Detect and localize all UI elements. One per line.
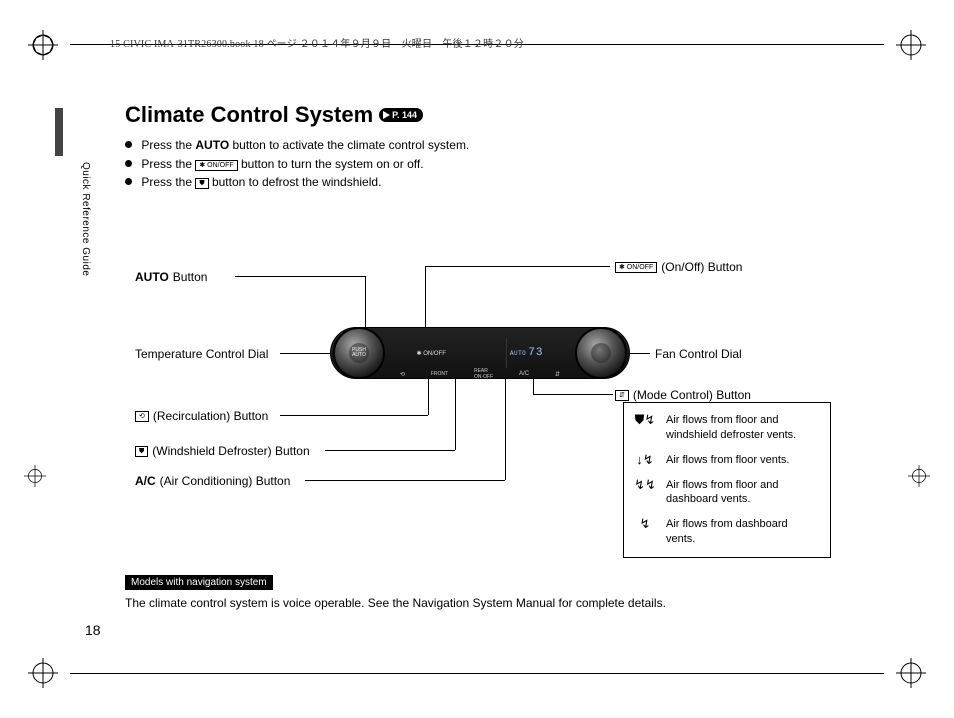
leader-line xyxy=(630,353,650,354)
mode-button: ⇵ xyxy=(552,370,563,378)
leader-line xyxy=(425,266,610,267)
source-header: 15 CIVIC IMA-31TR26300.book 18 ページ ２０１４年… xyxy=(110,35,524,50)
callout-temp-dial: Temperature Control Dial xyxy=(135,347,268,361)
callout-ac: A/C (Air Conditioning) Button xyxy=(135,474,290,488)
crop-mark-icon xyxy=(908,465,930,487)
ac-button: A/C xyxy=(516,370,532,378)
footnote-text: The climate control system is voice oper… xyxy=(125,596,666,610)
leader-line xyxy=(305,480,505,481)
diagram: PUSH AUTO ✱ ON/OFF AUTO73 ⟲ FRONT REAR O… xyxy=(125,232,829,542)
leader-line xyxy=(505,379,506,480)
crop-mark-icon xyxy=(28,30,58,60)
mode-legend: ⛊↯Air flows from floor and windshield de… xyxy=(623,402,831,558)
recirc-icon: ⟲ xyxy=(135,411,149,422)
leader-line xyxy=(280,415,428,416)
rear-defrost-button: REAR ON·OFF xyxy=(471,370,496,378)
leader-line xyxy=(428,379,429,415)
instruction-item: Press the AUTO button to activate the cl… xyxy=(125,136,829,155)
crop-mark-icon xyxy=(28,658,58,688)
leader-line xyxy=(365,276,366,327)
onoff-icon: ✱ ON/OFF xyxy=(195,160,237,171)
airflow-icon: ↓↯ xyxy=(634,453,656,468)
crop-mark-icon xyxy=(24,465,46,487)
defrost-icon: ⛊ xyxy=(195,178,208,189)
callout-recirc: ⟲ (Recirculation) Button xyxy=(135,409,268,423)
instructions-list: Press the AUTO button to activate the cl… xyxy=(125,136,829,192)
page: 15 CIVIC IMA-31TR26300.book 18 ページ ２０１４年… xyxy=(0,0,954,718)
instruction-item: Press the ⛊ button to defrost the windsh… xyxy=(125,173,829,192)
leader-line xyxy=(455,379,456,450)
leader-line xyxy=(425,266,426,327)
instruction-item: Press the ✱ ON/OFF button to turn the sy… xyxy=(125,155,829,174)
page-ref-link[interactable]: P. 144 xyxy=(379,108,423,122)
legend-row: ↓↯Air flows from floor vents. xyxy=(634,453,820,468)
onoff-icon: ✱ ON/OFF xyxy=(615,262,657,273)
title-text: Climate Control System xyxy=(125,102,373,128)
legend-row: ↯Air flows from dashboard vents. xyxy=(634,517,820,547)
callout-defrost: ⛊ (Windshield Defroster) Button xyxy=(135,444,310,458)
recirc-button: ⟲ xyxy=(397,370,408,378)
leader-line xyxy=(235,276,365,277)
mode-icon: ⇵ xyxy=(615,390,629,401)
crop-mark-icon xyxy=(896,658,926,688)
leader-line xyxy=(533,394,613,395)
content: Climate Control System P. 144 Press the … xyxy=(125,102,829,638)
fan-dial xyxy=(575,327,627,379)
panel-lower-buttons: ⟲ FRONT REAR ON·OFF A/C ⇵ xyxy=(387,370,573,384)
airflow-icon: ↯ xyxy=(634,517,656,547)
leader-line xyxy=(280,353,330,354)
airflow-icon: ↯↯ xyxy=(634,478,656,508)
leader-line xyxy=(325,450,455,451)
page-title: Climate Control System P. 144 xyxy=(125,102,829,128)
defrost-icon: ⛊ xyxy=(135,446,148,457)
page-number: 18 xyxy=(85,622,101,638)
crop-rule xyxy=(70,673,884,674)
callout-auto: AUTO Button xyxy=(135,270,207,284)
front-defrost-button: FRONT xyxy=(428,370,451,378)
side-tab xyxy=(55,108,63,156)
model-badge: Models with navigation system xyxy=(125,575,273,590)
crop-mark-icon xyxy=(896,30,926,60)
temperature-dial: PUSH AUTO xyxy=(333,327,385,379)
airflow-icon: ⛊↯ xyxy=(634,413,656,443)
onoff-button: ✱ ON/OFF xyxy=(414,338,449,368)
footnote: Models with navigation system The climat… xyxy=(125,574,829,610)
legend-row: ⛊↯Air flows from floor and windshield de… xyxy=(634,413,820,443)
legend-row: ↯↯Air flows from floor and dashboard ven… xyxy=(634,478,820,508)
callout-onoff: ✱ ON/OFF (On/Off) Button xyxy=(615,260,742,274)
callout-fan-dial: Fan Control Dial xyxy=(655,347,742,361)
callout-mode: ⇵ (Mode Control) Button xyxy=(615,388,751,402)
temp-display: AUTO73 xyxy=(506,338,547,368)
section-name: Quick Reference Guide xyxy=(80,162,91,276)
